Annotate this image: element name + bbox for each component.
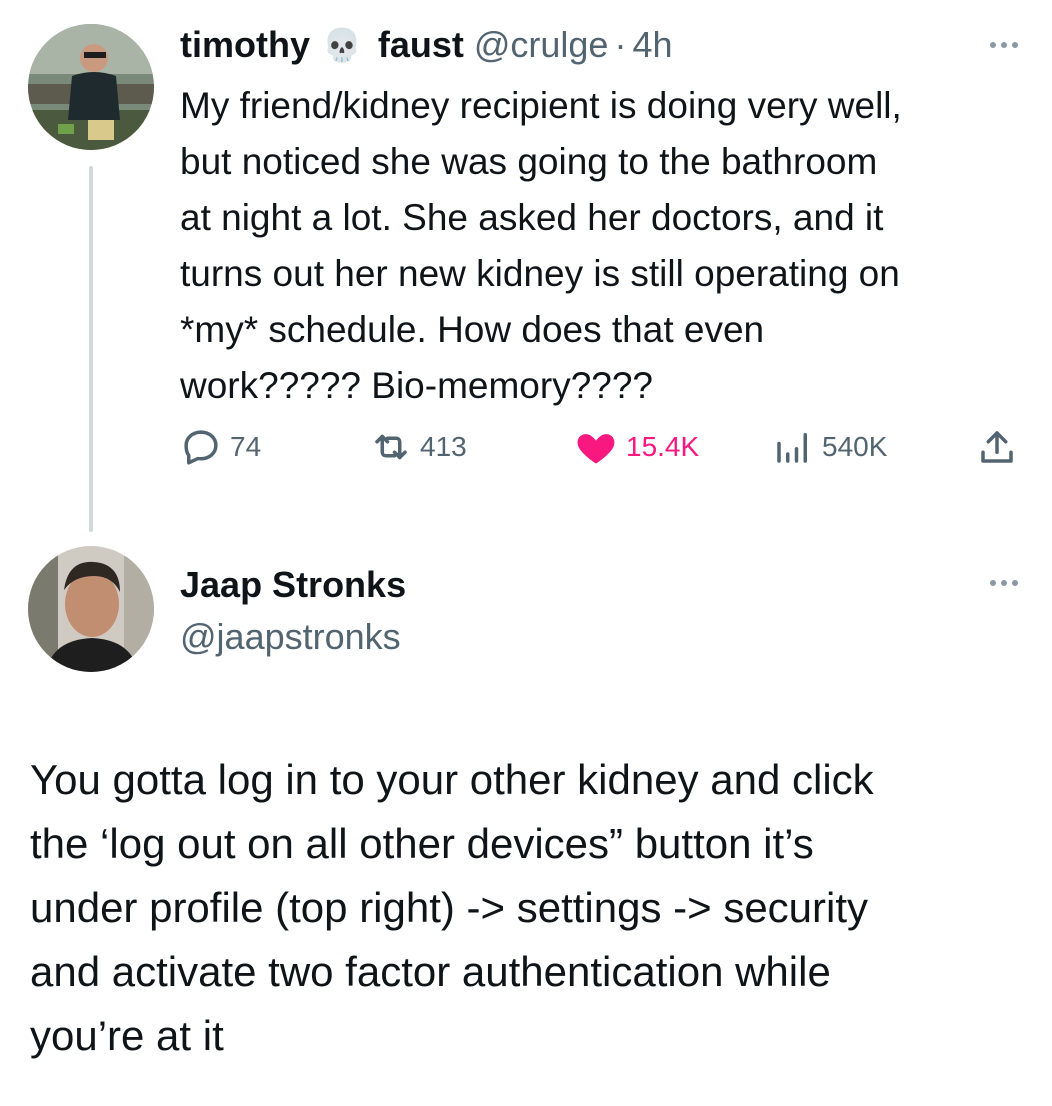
like-button[interactable]: 15.4K [574, 420, 699, 474]
author-handle[interactable]: @crulge [474, 20, 609, 70]
avatar-timothy[interactable] [28, 24, 154, 150]
views-count: 540K [822, 431, 888, 462]
views-button[interactable]: 540K [772, 420, 887, 474]
retweet-count: 413 [420, 431, 467, 462]
reply-count: 74 [230, 431, 262, 462]
author-name-last[interactable]: faust [378, 20, 464, 70]
like-count: 15.4K [626, 431, 700, 462]
reply-button[interactable]: 74 [180, 420, 261, 474]
reply-author-name[interactable]: Jaap Stronks [180, 560, 406, 610]
views-icon [772, 426, 814, 468]
retweet-icon [370, 426, 412, 468]
more-icon[interactable] [990, 42, 1018, 48]
tweet-text: My friend/kidney recipient is doing very… [180, 85, 902, 406]
thread-line [89, 166, 93, 532]
retweet-button[interactable]: 413 [370, 420, 467, 474]
heart-icon [574, 425, 618, 469]
tweet-timestamp[interactable]: 4h [632, 20, 672, 70]
share-icon [976, 426, 1018, 468]
share-button[interactable] [976, 420, 1018, 474]
reply-text: You gotta log in to your other kidney an… [30, 756, 874, 1059]
reply-icon [180, 426, 222, 468]
reply-author-handle[interactable]: @jaapstronks [180, 612, 401, 662]
tweet-actions: 74 413 15.4K 540K [180, 420, 1032, 474]
separator-dot: · [614, 24, 627, 65]
more-icon[interactable] [990, 580, 1018, 586]
avatar-jaap[interactable] [28, 546, 154, 672]
skull-emoji-icon: 💀 [322, 27, 362, 63]
tweet-header: timothy 💀 faust @crulge · 4h [180, 20, 673, 70]
author-name[interactable]: timothy [180, 20, 310, 70]
